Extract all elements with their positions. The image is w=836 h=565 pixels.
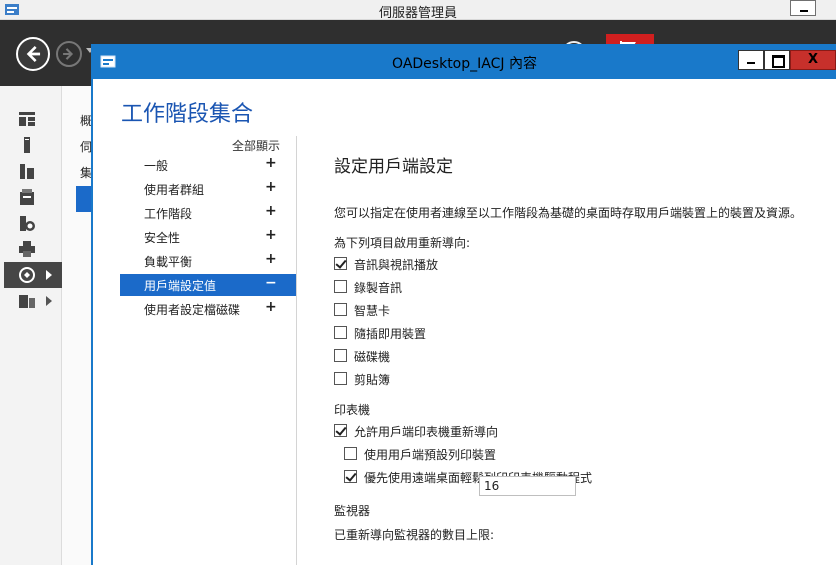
checkbox-label: 使用用戶端預設列印裝置 (364, 448, 497, 462)
nav-item-label: 一般 (144, 159, 169, 173)
expand-plus-icon[interactable]: + (265, 251, 277, 267)
checkbox-label: 錄製音訊 (354, 281, 403, 295)
server-manager-nav-panel: 概 伺 集 (62, 86, 92, 565)
checkbox-label: 剪貼簿 (354, 373, 391, 387)
checkbox-label: 磁碟機 (354, 350, 391, 364)
expand-plus-icon[interactable]: + (265, 299, 277, 315)
show-all-link[interactable]: 全部顯示 (232, 137, 280, 154)
dialog-titlebar[interactable]: OADesktop_IACJ 內容 X (93, 44, 836, 79)
local-server-icon[interactable] (18, 136, 36, 154)
maximize-button[interactable] (764, 50, 790, 70)
monitor-limit-input[interactable] (479, 476, 576, 496)
nav-item-general[interactable]: 一般 + (120, 154, 296, 176)
nav-item-user-profile-disks[interactable]: 使用者設定檔磁碟 + (120, 298, 296, 320)
minimize-button[interactable] (738, 50, 764, 70)
checkbox[interactable] (334, 326, 347, 339)
settings-nav: 全部顯示 一般 + 使用者群組 + 工作階段 + 安全性 + 負載平衡 + 用戶… (93, 134, 298, 565)
expand-plus-icon[interactable]: + (265, 179, 277, 195)
close-icon: X (807, 52, 819, 67)
client-settings-content: 設定用戶端設定 您可以指定在使用者連線至以工作階段為基礎的桌面時存取用戶端裝置上… (334, 134, 834, 565)
nav-item-label: 安全性 (144, 231, 181, 245)
expand-plus-icon[interactable]: + (265, 155, 277, 171)
redirect-group-label: 為下列項目啟用重新導向: (334, 236, 471, 250)
collection-properties-dialog: OADesktop_IACJ 內容 X 工作階段集合 全部顯示 一般 + 使用者… (91, 44, 836, 565)
dashboard-icon[interactable] (18, 110, 36, 128)
checkbox[interactable] (334, 372, 347, 385)
arrow-left-icon (26, 46, 41, 62)
expand-plus-icon[interactable]: + (265, 203, 277, 219)
checkbox[interactable] (334, 280, 347, 293)
checkbox-label: 隨插即用裝置 (354, 327, 427, 341)
nav-item-label: 用戶端設定值 (144, 279, 217, 293)
expand-arrow-icon[interactable] (46, 296, 52, 306)
section-title: 設定用戶端設定 (334, 157, 453, 177)
server-manager-minimize-button[interactable] (790, 0, 816, 16)
checkbox[interactable] (334, 303, 347, 316)
panel-divider (296, 136, 297, 565)
back-button[interactable] (16, 37, 50, 71)
checkbox[interactable] (344, 470, 357, 483)
checkbox[interactable] (334, 424, 347, 437)
printer-group-label: 印表機 (334, 403, 371, 417)
section-description: 您可以指定在使用者連線至以工作階段為基礎的桌面時存取用戶端裝置上的裝置及資源。 (334, 206, 803, 220)
iis-icon[interactable] (18, 214, 36, 232)
nav-item-load-balancing[interactable]: 負載平衡 + (120, 250, 296, 272)
file-services-icon[interactable] (18, 292, 36, 310)
print-services-icon[interactable] (18, 240, 36, 258)
monitor-limit-label: 已重新導向監視器的數目上限: (334, 528, 495, 542)
nav-item-user-groups[interactable]: 使用者群組 + (120, 178, 296, 200)
nav-active-indicator (76, 186, 92, 212)
arrow-right-icon (63, 48, 74, 60)
checkbox-label: 音訊與視訊播放 (354, 258, 439, 272)
checkbox-label: 允許用戶端印表機重新導向 (354, 425, 499, 439)
server-manager-title: 伺服器管理員 (378, 6, 457, 21)
nav-item-label: 使用者設定檔磁碟 (144, 303, 241, 317)
checkbox-label: 智慧卡 (354, 304, 391, 318)
file-storage-icon[interactable] (18, 188, 36, 206)
close-button[interactable]: X (790, 50, 836, 70)
collapse-minus-icon[interactable]: − (265, 275, 277, 291)
expand-plus-icon[interactable]: + (265, 227, 277, 243)
server-manager-icon-sidebar (0, 86, 62, 565)
checkbox[interactable] (334, 349, 347, 362)
nav-item-label: 工作階段 (144, 207, 193, 221)
checkbox[interactable] (334, 257, 347, 270)
nav-item-label: 負載平衡 (144, 255, 193, 269)
nav-item-session[interactable]: 工作階段 + (120, 202, 296, 224)
remote-desktop-services-icon[interactable] (18, 266, 36, 284)
monitor-group-label: 監視器 (334, 504, 371, 518)
nav-item-security[interactable]: 安全性 + (120, 226, 296, 248)
nav-item-label: 使用者群組 (144, 183, 205, 197)
checkbox[interactable] (344, 447, 357, 460)
dialog-title: OADesktop_IACJ 內容 (392, 56, 537, 72)
forward-button[interactable] (56, 41, 82, 67)
nav-item-client-settings[interactable]: 用戶端設定值 − (120, 274, 296, 296)
all-servers-icon[interactable] (18, 162, 36, 180)
expand-arrow-icon[interactable] (46, 270, 52, 280)
server-manager-titlebar: 伺服器管理員 (0, 0, 836, 21)
page-title: 工作階段集合 (121, 102, 254, 127)
